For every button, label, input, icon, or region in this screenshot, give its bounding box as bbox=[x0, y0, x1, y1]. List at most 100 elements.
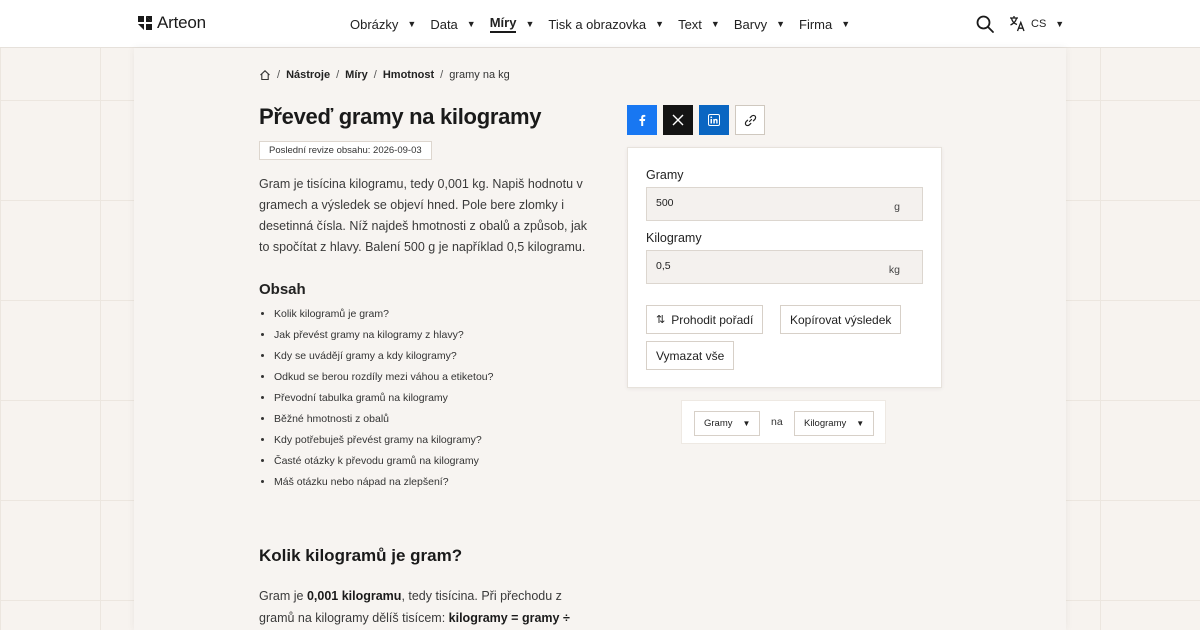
clear-all-button[interactable]: Vymazat vše bbox=[646, 341, 735, 370]
section-paragraph: Gram je 0,001 kilogramu, tedy tisícina. … bbox=[259, 585, 589, 629]
toc-item: Jak převést gramy na kilogramy z hlavy? bbox=[274, 327, 614, 348]
grams-field[interactable]: g bbox=[646, 187, 923, 221]
nav-label: Tisk a obrazovka bbox=[548, 16, 647, 32]
table-of-contents: Kolik kilogramů je gram? Jak převést gra… bbox=[274, 306, 614, 495]
toc-link[interactable]: Časté otázky k převodu gramů na kilogram… bbox=[274, 455, 479, 467]
unit-selector: Gramy ▼ na Kilogramy ▼ bbox=[681, 400, 886, 444]
kilograms-field[interactable]: kg bbox=[646, 250, 923, 284]
copy-result-label: Kopírovat výsledek bbox=[790, 312, 892, 327]
toc-link[interactable]: Běžné hmotnosti z obalů bbox=[274, 413, 389, 425]
revision-badge: Poslední revize obsahu: 2026-09-03 bbox=[259, 141, 432, 160]
language-switcher[interactable]: CS ▼ bbox=[1009, 15, 1064, 32]
breadcrumb-separator: / bbox=[440, 69, 444, 81]
toc-item: Máš otázku nebo nápad na zlepšení? bbox=[274, 474, 614, 495]
x-icon bbox=[672, 114, 684, 126]
toc-item: Kdy se uvádějí gramy a kdy kilogramy? bbox=[274, 348, 614, 369]
nav-item-firma[interactable]: Firma ▼ bbox=[799, 17, 850, 32]
caret-down-icon: ▼ bbox=[776, 19, 785, 29]
from-unit-select[interactable]: Gramy ▼ bbox=[694, 411, 761, 436]
share-x-button[interactable] bbox=[663, 105, 693, 135]
nav-label: Text bbox=[678, 16, 702, 32]
swap-label: Prohodit pořadí bbox=[671, 312, 754, 327]
caret-down-icon: ▼ bbox=[525, 19, 535, 29]
nav-label: Data bbox=[430, 16, 458, 32]
linkedin-icon bbox=[708, 114, 720, 126]
logo[interactable]: Arteon bbox=[137, 13, 206, 33]
section-formula: kilogramy = gramy ÷ bbox=[448, 611, 570, 625]
grams-label: Gramy bbox=[646, 168, 684, 182]
kilograms-unit: kg bbox=[888, 264, 900, 276]
toc-item: Převodní tabulka gramů na kilogramy bbox=[274, 390, 614, 411]
share-facebook-button[interactable] bbox=[627, 105, 657, 135]
caret-down-icon: ▼ bbox=[841, 19, 851, 29]
search-button[interactable] bbox=[975, 14, 995, 34]
kilograms-label: Kilogramy bbox=[646, 231, 702, 245]
section-title: Kolik kilogramů je gram? bbox=[259, 546, 463, 565]
caret-down-icon: ▼ bbox=[1055, 18, 1065, 29]
toc-item: Běžné hmotnosti z obalů bbox=[274, 411, 614, 432]
section-bold: 0,001 kilogramu bbox=[306, 589, 402, 603]
caret-down-icon: ▼ bbox=[742, 419, 751, 428]
copy-link-button[interactable] bbox=[735, 105, 765, 135]
toc-link[interactable]: Kdy potřebuješ převést gramy na kilogram… bbox=[274, 434, 482, 446]
breadcrumb-nastroje[interactable]: Nástroje bbox=[286, 69, 330, 81]
nav-item-data[interactable]: Data ▼ bbox=[430, 17, 475, 32]
toc-link[interactable]: Máš otázku nebo nápad na zlepšení? bbox=[274, 476, 449, 488]
toc-item: Kolik kilogramů je gram? bbox=[274, 306, 614, 327]
toc-link[interactable]: Kolik kilogramů je gram? bbox=[274, 308, 389, 320]
home-icon[interactable] bbox=[259, 69, 271, 81]
toc-title: Obsah bbox=[259, 281, 306, 298]
logo-text: Arteon bbox=[157, 13, 206, 32]
from-unit-value: Gramy bbox=[704, 418, 733, 429]
share-buttons bbox=[627, 105, 765, 135]
kilograms-input[interactable] bbox=[656, 260, 856, 272]
nav-label: Barvy bbox=[733, 16, 768, 32]
grams-unit: g bbox=[894, 201, 900, 213]
caret-down-icon: ▼ bbox=[710, 19, 720, 29]
breadcrumb-separator: / bbox=[373, 69, 377, 81]
toc-link[interactable]: Jak převést gramy na kilogramy z hlavy? bbox=[274, 329, 464, 341]
toc-item: Odkud se berou rozdíly mezi váhou a etik… bbox=[274, 369, 614, 390]
breadcrumb: / Nástroje / Míry / Hmotnost / gramy na … bbox=[259, 69, 510, 81]
breadcrumb-hmotnost[interactable]: Hmotnost bbox=[383, 69, 434, 81]
clear-all-label: Vymazat vše bbox=[656, 348, 725, 363]
unit-joiner: na bbox=[771, 416, 783, 428]
to-unit-value: Kilogramy bbox=[804, 418, 847, 429]
breadcrumb-separator: / bbox=[336, 69, 340, 81]
nav-item-tisk[interactable]: Tisk a obrazovka ▼ bbox=[548, 17, 664, 32]
converter-card: Gramy g Kilogramy kg ⇅ Prohodit pořadí K… bbox=[627, 147, 942, 388]
copy-result-button[interactable]: Kopírovat výsledek bbox=[780, 305, 902, 334]
section-text: Gram je bbox=[259, 589, 307, 603]
share-linkedin-button[interactable] bbox=[699, 105, 729, 135]
caret-down-icon: ▼ bbox=[856, 419, 865, 428]
link-icon bbox=[744, 114, 756, 126]
to-unit-select[interactable]: Kilogramy ▼ bbox=[794, 411, 875, 436]
nav-label: Obrázky bbox=[350, 16, 399, 32]
swap-button[interactable]: ⇅ Prohodit pořadí bbox=[646, 305, 764, 334]
main-content: / Nástroje / Míry / Hmotnost / gramy na … bbox=[134, 48, 1066, 630]
toc-item: Kdy potřebuješ převést gramy na kilogram… bbox=[274, 432, 614, 453]
intro-paragraph: Gram je tisícina kilogramu, tedy 0,001 k… bbox=[259, 177, 587, 254]
search-icon bbox=[976, 15, 994, 33]
breadcrumb-separator: / bbox=[277, 69, 281, 81]
grams-input[interactable] bbox=[656, 197, 856, 209]
main-nav: Obrázky ▼ Data ▼ Míry ▼ Tisk a obrazovka… bbox=[350, 0, 864, 48]
swap-icon: ⇅ bbox=[656, 314, 666, 326]
nav-item-miry[interactable]: Míry ▼ bbox=[489, 15, 535, 33]
nav-item-text[interactable]: Text ▼ bbox=[678, 17, 720, 32]
nav-label: Míry bbox=[489, 15, 517, 33]
caret-down-icon: ▼ bbox=[655, 19, 665, 29]
nav-item-obrazky[interactable]: Obrázky ▼ bbox=[350, 17, 416, 32]
toc-item: Časté otázky k převodu gramů na kilogram… bbox=[274, 453, 614, 474]
toc-link[interactable]: Kdy se uvádějí gramy a kdy kilogramy? bbox=[274, 350, 457, 362]
nav-item-barvy[interactable]: Barvy ▼ bbox=[734, 17, 785, 32]
caret-down-icon: ▼ bbox=[466, 19, 476, 29]
page-title: Převeď gramy na kilogramy bbox=[259, 104, 542, 129]
site-header: Arteon Obrázky ▼ Data ▼ Míry ▼ Tisk a ob… bbox=[0, 0, 1200, 48]
toc-link[interactable]: Převodní tabulka gramů na kilogramy bbox=[274, 392, 448, 404]
translate-icon bbox=[1010, 16, 1025, 32]
toc-link[interactable]: Odkud se berou rozdíly mezi váhou a etik… bbox=[274, 371, 493, 383]
breadcrumb-miry[interactable]: Míry bbox=[345, 69, 368, 81]
language-code: CS bbox=[1031, 17, 1047, 30]
facebook-icon bbox=[639, 114, 646, 126]
